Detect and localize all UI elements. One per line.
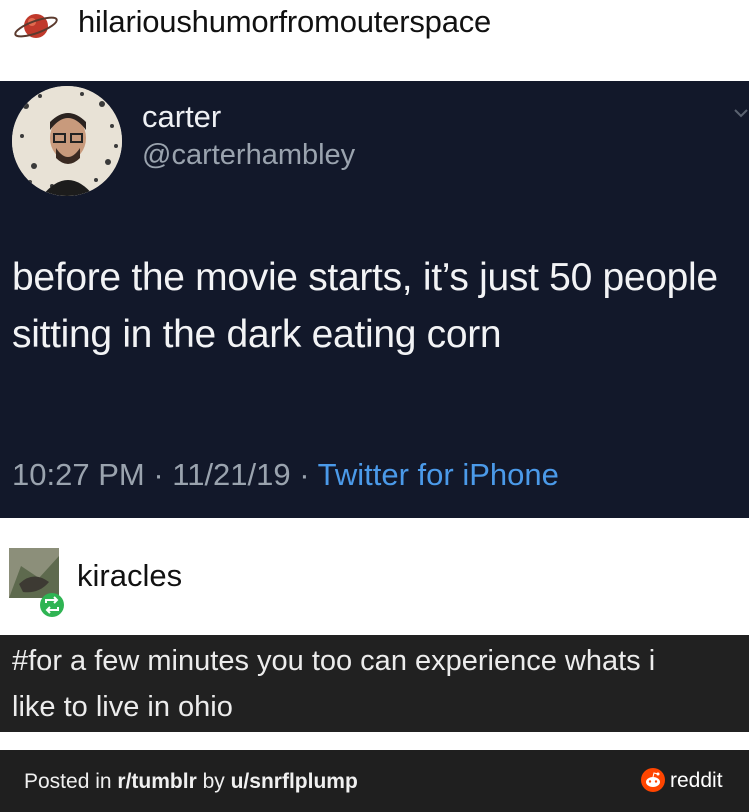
reddit-logo-icon <box>641 768 665 792</box>
posted-in-label: Posted in <box>24 770 118 793</box>
tag-line[interactable]: #for a few minutes you too can experienc… <box>12 645 655 678</box>
tweet-handle[interactable]: @carterhambley <box>142 139 355 172</box>
user-link[interactable]: u/snrflplump <box>231 770 358 793</box>
reddit-brand: reddit <box>670 769 723 792</box>
reblogger-avatar[interactable] <box>9 548 65 620</box>
tweet-time: 10:27 PM <box>12 457 145 492</box>
tweet-card: carter @carterhambley before the movie s… <box>0 81 749 518</box>
reblog-header: kiracles <box>0 518 749 635</box>
reddit-footer: Posted in r/tumblr by u/snrflplump reddi… <box>0 750 749 812</box>
tweet-text: before the movie starts, it’s just 50 pe… <box>12 256 718 356</box>
tweet-avatar[interactable] <box>12 86 122 196</box>
reblogger-username[interactable]: kiracles <box>77 558 182 594</box>
planet-icon[interactable] <box>10 4 62 48</box>
tag-line[interactable]: like to live in ohio <box>12 691 233 724</box>
op-username[interactable]: hilarioushumorfromouterspace <box>78 4 491 40</box>
meta-separator: · <box>290 457 318 492</box>
posted-in-credit: Posted in r/tumblr by u/snrflplump <box>24 770 358 794</box>
by-label: by <box>196 770 231 793</box>
tags-section: #for a few minutes you too can experienc… <box>0 635 749 732</box>
tweet-date: 11/21/19 <box>172 457 291 492</box>
tweet-source-link[interactable]: Twitter for iPhone <box>318 457 559 492</box>
meta-separator: · <box>144 457 173 492</box>
subreddit-link[interactable]: r/tumblr <box>117 770 196 793</box>
tweet-meta: 10:27 PM · 11/21/19 · Twitter for iPhone <box>12 457 559 493</box>
op-header: hilarioushumorfromouterspace <box>0 0 749 72</box>
tweet-display-name[interactable]: carter <box>142 99 221 135</box>
chevron-down-icon[interactable] <box>733 105 749 121</box>
